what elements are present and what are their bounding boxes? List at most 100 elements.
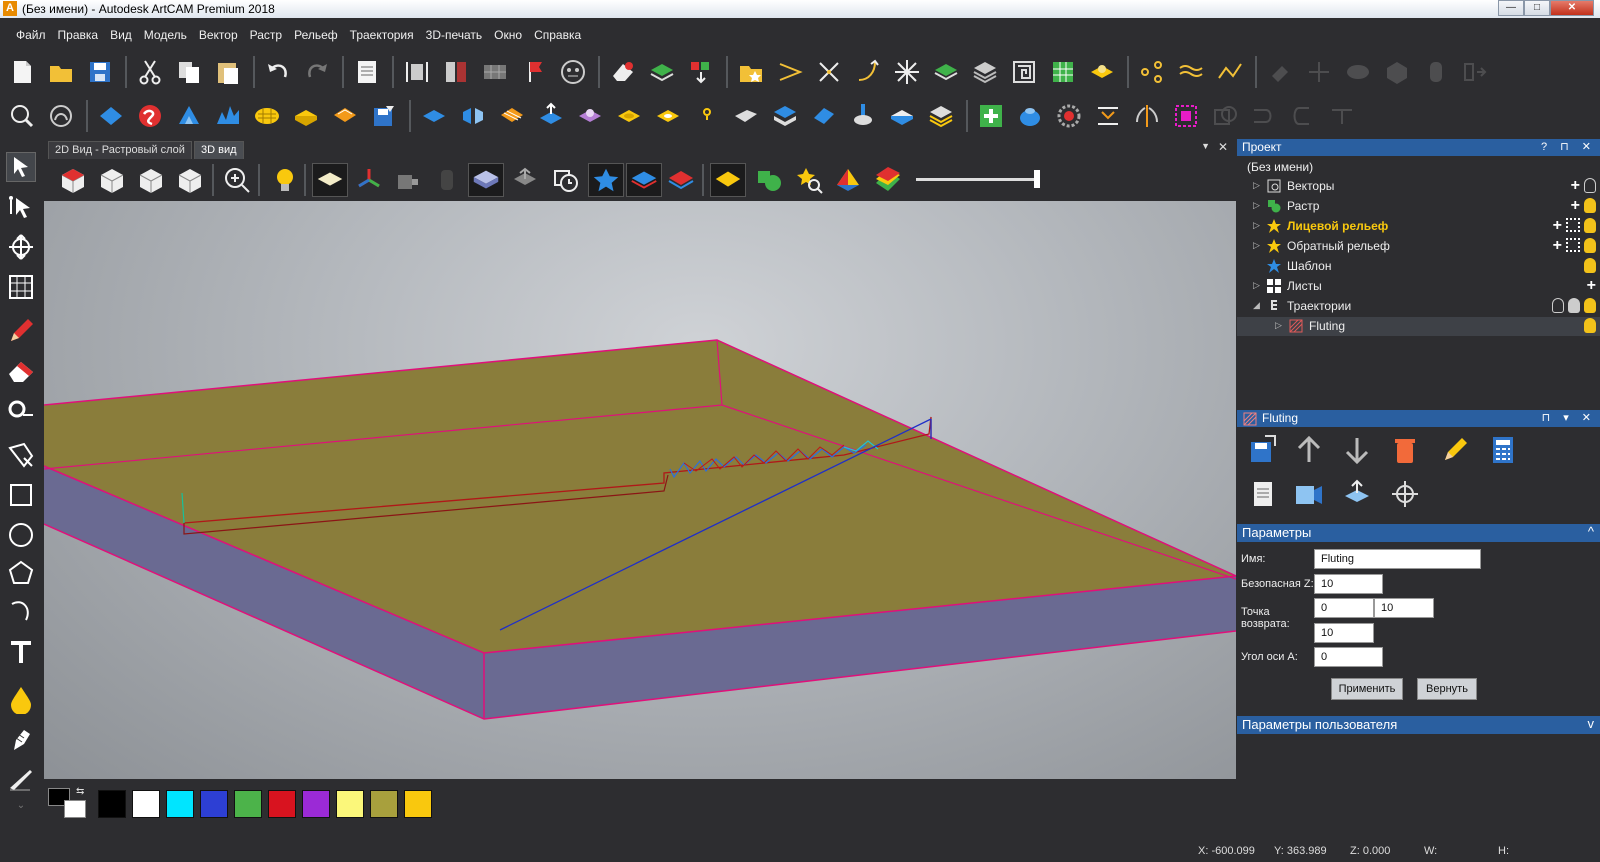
wave-lines-icon[interactable]	[1177, 58, 1205, 86]
notes-icon[interactable]	[353, 58, 381, 86]
stack-layers-icon[interactable]	[971, 58, 999, 86]
split-blue-icon[interactable]	[459, 102, 487, 130]
purple-relief-icon[interactable]	[576, 102, 604, 130]
menu-toolpath[interactable]: Траектория	[344, 24, 420, 46]
red-layer-icon[interactable]	[666, 165, 696, 195]
axes-icon[interactable]	[354, 165, 384, 195]
secondary-color-swatch[interactable]	[64, 800, 86, 818]
minimize-button[interactable]: —	[1498, 0, 1524, 16]
open-folder-icon[interactable]	[47, 58, 75, 86]
revert-button[interactable]: Вернуть	[1417, 678, 1477, 700]
blue-layer-icon[interactable]	[626, 163, 662, 197]
menu-relief[interactable]: Рельеф	[288, 24, 344, 46]
color-pyramid-icon[interactable]	[833, 165, 863, 195]
small-circle-icon[interactable]	[693, 102, 721, 130]
menu-help[interactable]: Справка	[528, 24, 587, 46]
lighting-slider-track[interactable]	[916, 178, 1038, 181]
new-file-icon[interactable]	[8, 58, 36, 86]
move-up-icon[interactable]	[1293, 434, 1325, 466]
visibility-bulb-icon[interactable]	[1584, 218, 1596, 233]
yellow-relief-icon[interactable]	[1088, 58, 1116, 86]
menu-edit[interactable]: Правка	[52, 24, 105, 46]
menu-3d-print[interactable]: 3D-печать	[420, 24, 489, 46]
tree-item-sheets[interactable]: ▷ Листы +	[1237, 277, 1600, 296]
blue-spikes-icon[interactable]	[214, 102, 242, 130]
user-params-section-header[interactable]: Параметры пользователя v	[1237, 716, 1600, 734]
menu-raster[interactable]: Растр	[244, 24, 288, 46]
fill-drop-icon[interactable]	[6, 684, 36, 714]
yellow-plate-icon[interactable]	[292, 102, 320, 130]
params-section-header[interactable]: Параметры ^	[1237, 524, 1600, 542]
model-size-icon[interactable]	[403, 58, 431, 86]
redo-icon[interactable]	[303, 58, 331, 86]
blue-shape-icon[interactable]	[175, 102, 203, 130]
vector-cross-icon[interactable]	[815, 58, 843, 86]
project-panel-controls[interactable]: ? ⊓ ✕	[1541, 140, 1596, 153]
cube-iso-icon[interactable]	[58, 165, 88, 195]
tab-3d-view[interactable]: 3D вид	[194, 141, 244, 159]
swap-colors-icon[interactable]: ⇆	[76, 786, 84, 797]
curve-arrow-icon[interactable]	[854, 58, 882, 86]
material-block-icon[interactable]	[468, 163, 504, 197]
tab-dropdown-icon[interactable]: ▼	[1201, 141, 1210, 151]
menu-window[interactable]: Окно	[488, 24, 528, 46]
polyline-tool-icon[interactable]	[6, 440, 36, 470]
tab-2d-view[interactable]: 2D Вид - Растровый слой	[48, 141, 192, 159]
smudge-hand-icon[interactable]	[6, 724, 36, 754]
home-y-input[interactable]: 10	[1374, 598, 1434, 618]
visibility-bulb-icon[interactable]	[1584, 318, 1596, 333]
spiral-icon[interactable]	[1010, 58, 1038, 86]
simulation-icon[interactable]	[551, 165, 581, 195]
visibility-bulb-off-icon[interactable]	[1552, 298, 1564, 313]
node-edit-icon[interactable]	[6, 192, 36, 222]
apply-button[interactable]: Применить	[1331, 678, 1403, 700]
expand-arrow-icon[interactable]: ▷	[1253, 180, 1260, 191]
expand-chevron-icon[interactable]: v	[1588, 716, 1595, 731]
tree-item-template[interactable]: Шаблон	[1237, 257, 1600, 276]
cylinder-icon[interactable]	[432, 165, 462, 195]
select-box-icon[interactable]	[1172, 102, 1200, 130]
palette-swatch-light-yellow[interactable]	[336, 790, 364, 818]
material-setup-icon[interactable]	[1341, 478, 1373, 510]
yellow-drop-icon[interactable]	[654, 102, 682, 130]
tree-item-fluting[interactable]: ▷ Fluting	[1237, 317, 1600, 336]
palette-swatch-blue[interactable]	[200, 790, 228, 818]
tree-item-raster[interactable]: ▷ Растр +	[1237, 197, 1600, 216]
light-bulb-icon[interactable]	[270, 165, 300, 195]
star-search-icon[interactable]	[794, 165, 824, 195]
expand-arrow-icon[interactable]: ▷	[1275, 320, 1282, 331]
palette-swatch-olive[interactable]	[370, 790, 398, 818]
blue-diamond-icon[interactable]	[97, 102, 125, 130]
knife-icon[interactable]	[6, 764, 36, 794]
home-x-input[interactable]: 0	[1314, 598, 1374, 618]
gear-red-icon[interactable]	[1055, 102, 1083, 130]
palette-swatch-green[interactable]	[234, 790, 262, 818]
thin-plate-icon[interactable]	[888, 102, 916, 130]
add-green-icon[interactable]	[977, 102, 1005, 130]
blue-star-relief-icon[interactable]	[588, 163, 624, 197]
circle-tool-icon[interactable]	[6, 520, 36, 550]
star-burst-icon[interactable]	[893, 58, 921, 86]
zoom-box-icon[interactable]	[8, 102, 36, 130]
collapse-chevron-icon[interactable]: ^	[1588, 524, 1594, 539]
green-shapes-icon[interactable]	[754, 165, 784, 195]
a-axis-angle-input[interactable]: 0	[1314, 647, 1383, 667]
maximize-button[interactable]: □	[1524, 0, 1550, 16]
text-tool-icon[interactable]	[6, 638, 36, 668]
add-icon[interactable]: +	[1587, 278, 1596, 294]
rectangle-tool-icon[interactable]	[6, 480, 36, 510]
palette-swatch-cyan[interactable]	[166, 790, 194, 818]
palette-swatch-gold[interactable]	[404, 790, 432, 818]
expand-arrow-icon[interactable]: ▷	[1253, 220, 1260, 231]
visibility-bulb-off-icon[interactable]	[1584, 178, 1596, 193]
tool-bit-icon[interactable]	[849, 102, 877, 130]
eraser-tool-icon[interactable]	[6, 356, 36, 386]
expand-arrow-icon[interactable]: ▷	[1253, 200, 1260, 211]
transform-move-icon[interactable]	[6, 232, 36, 262]
move-down-icon[interactable]	[1341, 434, 1373, 466]
texture-icon[interactable]	[253, 102, 281, 130]
home-z-input[interactable]: 10	[1314, 623, 1374, 643]
safe-z-input[interactable]: 10	[1314, 574, 1383, 594]
menu-file[interactable]: Файл	[10, 24, 52, 46]
nodes-icon[interactable]	[1138, 58, 1166, 86]
